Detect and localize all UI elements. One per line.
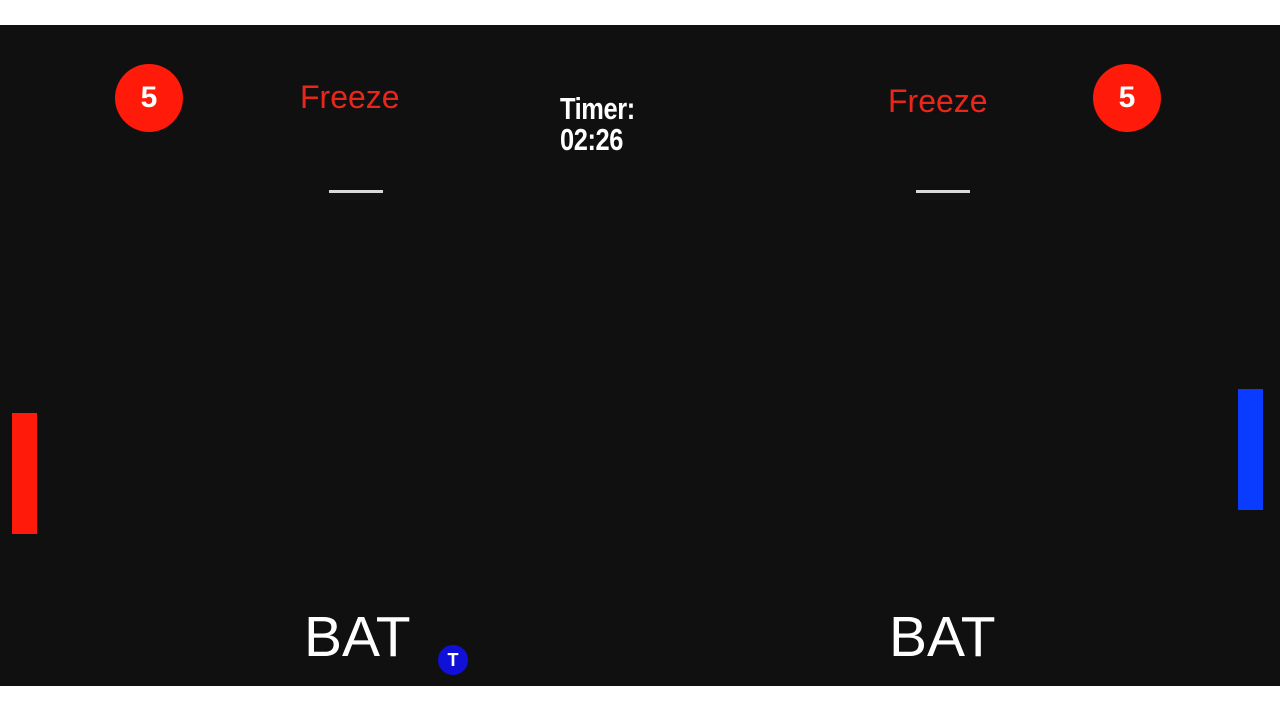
- right-freeze-label: Freeze: [888, 83, 988, 119]
- left-score-value: 5: [140, 81, 158, 114]
- left-powerup-dash: [329, 190, 383, 193]
- right-powerup-dash: [916, 190, 970, 193]
- right-paddle[interactable]: [1238, 389, 1263, 510]
- left-score-badge: 5: [115, 64, 183, 132]
- right-bat-label: BAT: [889, 605, 996, 669]
- right-score-value: 5: [1118, 81, 1136, 114]
- left-bat-label: BAT: [304, 605, 411, 669]
- game-timer: Timer: 02:26: [560, 91, 635, 157]
- right-score-badge: 5: [1093, 64, 1161, 132]
- token-letter: T: [447, 650, 459, 670]
- left-freeze-label: Freeze: [300, 79, 400, 115]
- left-paddle[interactable]: [12, 413, 37, 534]
- game-board[interactable]: 5 Freeze Timer: 02:26 Freeze 5 BAT T BAT: [0, 25, 1280, 686]
- t-token-icon[interactable]: T: [438, 645, 468, 675]
